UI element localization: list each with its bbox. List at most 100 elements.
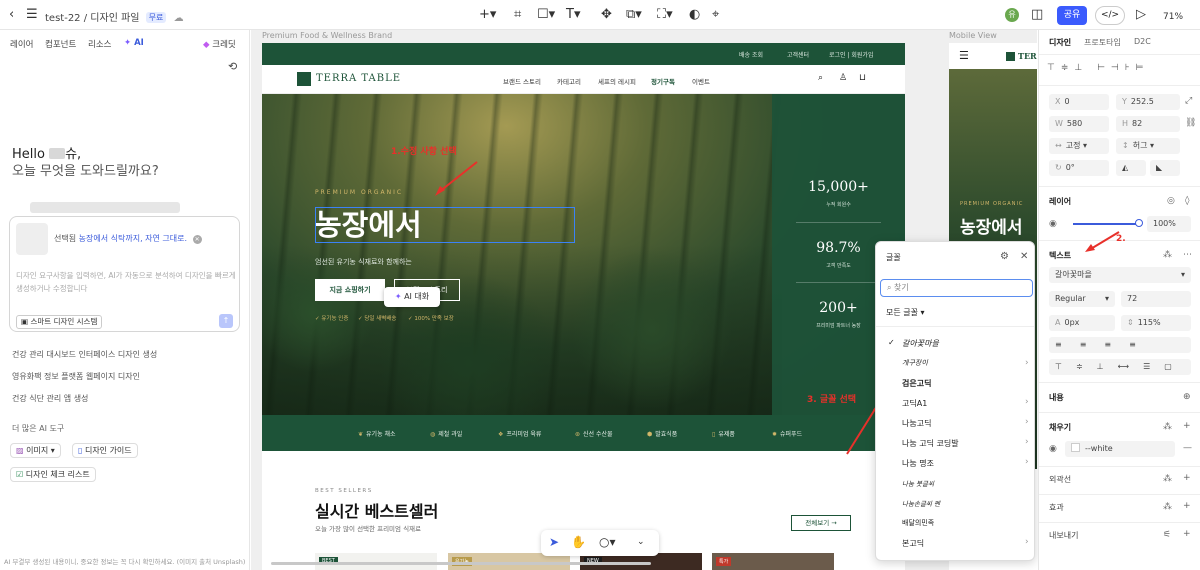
- frame-label-desktop[interactable]: Premium Food & Wellness Brand: [262, 31, 392, 40]
- shop-now-button[interactable]: 지금 쇼핑하기: [315, 279, 385, 301]
- horizontal-scrollbar[interactable]: [271, 562, 651, 565]
- user-icon[interactable]: ♙: [839, 73, 847, 83]
- y-field[interactable]: Y 252.5: [1116, 94, 1180, 110]
- suggestion-item[interactable]: 영유화팩 정보 플랫폼 웹페이지 디자인: [12, 371, 140, 382]
- mobile-hero-title[interactable]: 농장에서: [960, 213, 1023, 238]
- nav-link[interactable]: 세프의 레시피: [598, 76, 636, 86]
- hand-icon[interactable]: ✋: [571, 535, 586, 549]
- tab-ai[interactable]: ✦ AI: [124, 38, 144, 48]
- component-icon[interactable]: ✥: [601, 7, 612, 23]
- chevron-right-icon[interactable]: ›: [1025, 457, 1029, 467]
- flip-horizontal-icon[interactable]: ◭: [1116, 160, 1146, 176]
- add-stroke-icon[interactable]: +: [1183, 473, 1191, 483]
- boolean-icon[interactable]: ⧉▾: [626, 7, 642, 23]
- stroke-style-icon[interactable]: ⁂: [1163, 474, 1172, 484]
- font-size-field[interactable]: 72: [1121, 291, 1191, 307]
- font-option[interactable]: 배달의민족: [902, 518, 934, 528]
- file-name[interactable]: 디자인 파일: [90, 13, 139, 24]
- tab-resources[interactable]: 리소스: [88, 38, 111, 50]
- chevron-right-icon[interactable]: ›: [1025, 358, 1029, 368]
- font-weight-select[interactable]: Regular ▾: [1049, 291, 1115, 307]
- remove-fill-icon[interactable]: —: [1183, 443, 1192, 453]
- shape-icon[interactable]: ☐▾: [537, 7, 555, 23]
- back-icon[interactable]: ‹: [9, 7, 14, 23]
- opacity-slider[interactable]: [1073, 223, 1139, 225]
- hero-subtitle[interactable]: 엄선된 유기농 식재료와 함께하는: [315, 257, 412, 267]
- suggestion-item[interactable]: 건강 관리 대시보드 인터페이스 디자인 생성: [12, 349, 157, 360]
- best-title[interactable]: 실시간 베스트셀러: [315, 498, 438, 522]
- font-option[interactable]: 나눔고딕: [902, 418, 931, 429]
- util-link-login[interactable]: 로그인 | 회원가입: [829, 50, 873, 59]
- add-content-icon[interactable]: ⊕: [1183, 392, 1191, 402]
- category-item[interactable]: ◍ 제철 과일: [430, 429, 462, 438]
- frame-icon[interactable]: ⌗: [514, 7, 521, 23]
- font-option[interactable]: 나눔손글씨 펜: [902, 498, 940, 508]
- blend-icon[interactable]: ◎: [1167, 196, 1175, 206]
- category-item[interactable]: ▯ 유제품: [712, 429, 735, 438]
- tab-layers[interactable]: 레이어: [10, 38, 33, 50]
- best-subtitle[interactable]: 오늘 가장 많이 선택한 프리미엄 식재료: [315, 523, 421, 533]
- opacity-slider-handle[interactable]: [1135, 219, 1143, 227]
- selection-value[interactable]: 농장에서 식탁까지, 자연 그대로.: [79, 234, 187, 243]
- close-icon[interactable]: ✕: [1020, 251, 1028, 262]
- font-option[interactable]: 나눔 명조: [902, 458, 934, 469]
- category-item[interactable]: ✹ 슈퍼푸드: [772, 429, 802, 438]
- resize-icon[interactable]: ⤢: [1185, 96, 1192, 106]
- nav-link[interactable]: 정기구독: [651, 76, 675, 86]
- notification-icon[interactable]: ◫: [1031, 7, 1043, 23]
- nav-link[interactable]: 카테고리: [557, 76, 581, 86]
- tab-design[interactable]: 디자인: [1049, 37, 1071, 48]
- chevron-right-icon[interactable]: ›: [1025, 437, 1029, 447]
- tab-components[interactable]: 컴포넌트: [45, 38, 76, 50]
- search-icon[interactable]: ⌕: [818, 73, 823, 83]
- zoom-level[interactable]: 71%: [1163, 9, 1183, 25]
- product-card[interactable]: 특가: [712, 553, 834, 570]
- crop-icon[interactable]: ⌖: [712, 7, 719, 23]
- tab-d2c[interactable]: D2C: [1134, 37, 1151, 46]
- add-effect-icon[interactable]: +: [1183, 501, 1191, 511]
- chevron-right-icon[interactable]: ›: [1025, 537, 1029, 547]
- font-option[interactable]: 갈아꽃마을: [902, 338, 939, 349]
- desktop-frame[interactable]: 배송 조회 고객센터 로그인 | 회원가입 TERRA TABLE 브랜드 스토…: [262, 43, 905, 570]
- category-item[interactable]: ❖ 프리미엄 육류: [498, 429, 541, 438]
- suggestion-item[interactable]: 건강 식단 관리 앱 생성: [12, 393, 88, 404]
- circle-icon[interactable]: ◐: [689, 7, 700, 23]
- category-item[interactable]: ❦ 유기농 채소: [358, 429, 396, 438]
- align-icons[interactable]: ⊤≑⊥ ⊢⊣⊦⊨: [1047, 63, 1149, 73]
- x-field[interactable]: X0: [1049, 94, 1109, 110]
- tab-prototype[interactable]: 프로토타입: [1084, 37, 1121, 48]
- height-mode-select[interactable]: ↕ 허그 ▾: [1116, 138, 1180, 154]
- util-link-delivery[interactable]: 배송 조회: [739, 50, 763, 59]
- nav-link[interactable]: 브랜드 스토리: [503, 76, 541, 86]
- opacity-field[interactable]: 100%: [1147, 216, 1191, 232]
- util-link-support[interactable]: 고객센터: [787, 50, 809, 59]
- flip-vertical-icon[interactable]: ◣: [1150, 160, 1180, 176]
- rotation-field[interactable]: ↻ 0°: [1049, 160, 1109, 176]
- breadcrumb-project[interactable]: test-22: [45, 13, 81, 24]
- ai-prompt-placeholder[interactable]: 디자인 요구사항을 입력하면, AI가 자동으로 분석하여 디자인을 빠르게 생…: [16, 269, 238, 295]
- user-avatar[interactable]: 유: [1005, 8, 1019, 22]
- nav-link[interactable]: 이벤트: [692, 76, 710, 86]
- mask-icon[interactable]: ⛶▾: [657, 7, 673, 23]
- comment-icon[interactable]: ○▾: [599, 535, 616, 549]
- code-toggle-icon[interactable]: </>: [1095, 6, 1125, 25]
- remove-selection-icon[interactable]: ✕: [192, 235, 202, 244]
- hero-eyebrow[interactable]: PREMIUM ORGANIC: [315, 189, 403, 196]
- cart-icon[interactable]: ⊔: [859, 73, 866, 83]
- brand-name[interactable]: TERRA TABLE: [316, 73, 401, 84]
- width-mode-select[interactable]: ↔ 고정 ▾: [1049, 138, 1109, 154]
- design-checklist-button[interactable]: ☑ 디자인 체크 리스트: [10, 467, 96, 482]
- effect-style-icon[interactable]: ⁂: [1163, 502, 1172, 512]
- ai-input-box[interactable]: 선택됨 농장에서 식탁까지, 자연 그대로. ✕ 디자인 요구사항을 입력하면,…: [9, 216, 240, 332]
- add-fill-icon[interactable]: +: [1183, 421, 1191, 431]
- frame-label-mobile[interactable]: Mobile View: [949, 31, 997, 40]
- design-guide-button[interactable]: ▯ 디자인 가이드: [72, 443, 138, 458]
- image-tool-button[interactable]: ▨ 이미지 ▾: [10, 443, 61, 458]
- text-style-icon[interactable]: ⁂: [1163, 250, 1172, 260]
- lock-ratio-icon[interactable]: ⛓: [1185, 118, 1196, 128]
- chevron-right-icon[interactable]: ›: [1025, 397, 1029, 407]
- pointer-icon[interactable]: ➤: [549, 535, 559, 549]
- send-icon[interactable]: ↑: [219, 314, 233, 328]
- add-export-icon[interactable]: +: [1183, 529, 1191, 539]
- history-icon[interactable]: ⟲: [228, 60, 237, 73]
